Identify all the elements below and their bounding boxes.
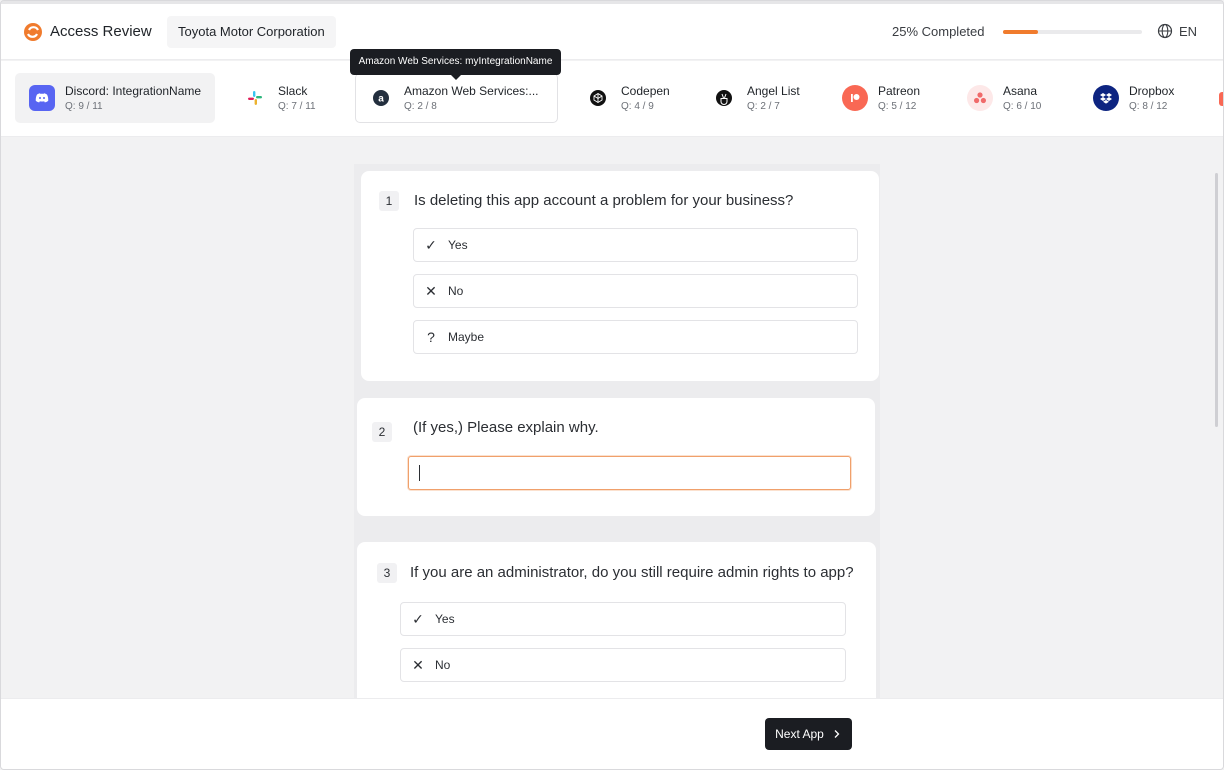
app-name: Asana (1003, 84, 1038, 98)
app-tab-angellist[interactable]: Angel List Q: 2 / 7 (711, 73, 811, 123)
question-text: Is deleting this app account a problem f… (414, 192, 794, 209)
globe-icon (1157, 23, 1173, 39)
app-tabs: Discord: IntegrationName Q: 9 / 11 Slack… (1, 61, 1223, 137)
app-question-count: Q: 2 / 8 (404, 101, 437, 112)
header: Access Review Toyota Motor Corporation 2… (1, 4, 1223, 60)
app-name: Codepen (621, 84, 670, 98)
question-icon: ? (427, 329, 435, 345)
option-yes[interactable]: ✓ Yes (400, 602, 846, 636)
progress-bar (1003, 30, 1142, 34)
app-name: Discord: IntegrationName (65, 84, 202, 98)
x-icon: ✕ (412, 656, 424, 673)
question-number: 2 (372, 422, 392, 442)
question-number: 3 (377, 563, 397, 583)
app-name-tooltip: Amazon Web Services: myIntegrationName (350, 49, 561, 80)
svg-text:a: a (378, 94, 384, 105)
answer-input[interactable] (408, 456, 851, 490)
progress-label: 25% Completed (892, 24, 985, 39)
app-tab-dropbox[interactable]: Dropbox Q: 8 / 12 (1093, 73, 1193, 123)
next-app-label: Next App (775, 727, 824, 741)
app-window: Access Review Toyota Motor Corporation 2… (0, 0, 1224, 770)
progress-bar-fill (1003, 30, 1038, 34)
answer-field-wrapper (408, 456, 851, 490)
app-question-count: Q: 6 / 10 (1003, 101, 1042, 112)
app-tab-asana[interactable]: Asana Q: 6 / 10 (967, 73, 1067, 123)
patreon-icon (842, 85, 868, 111)
option-label: Maybe (448, 330, 485, 344)
option-label: Yes (448, 238, 468, 252)
dropbox-icon (1093, 85, 1119, 111)
language-label: EN (1179, 23, 1198, 39)
option-label: Yes (435, 612, 455, 626)
codepen-icon (585, 85, 611, 111)
app-name: Amazon Web Services:... (404, 84, 539, 98)
discord-icon (29, 85, 55, 111)
app-question-count: Q: 8 / 12 (1129, 101, 1168, 112)
app-tab-slack[interactable]: Slack Q: 7 / 11 (242, 73, 337, 123)
app-question-count: Q: 9 / 11 (65, 101, 103, 112)
app-question-count: Q: 2 / 7 (747, 101, 780, 112)
app-name: Angel List (747, 84, 800, 98)
app-question-count: Q: 4 / 9 (621, 101, 654, 112)
asana-icon (967, 85, 993, 111)
app-question-count: Q: 7 / 11 (278, 101, 316, 112)
angellist-icon (711, 85, 737, 111)
question-text: (If yes,) Please explain why. (413, 419, 599, 436)
app-tab-codepen[interactable]: Codepen Q: 4 / 9 (585, 73, 685, 123)
option-no[interactable]: ✕ No (400, 648, 846, 682)
amazon-icon: a (368, 85, 394, 111)
option-label: No (435, 658, 451, 672)
chevron-right-icon (834, 730, 840, 738)
x-icon: ✕ (425, 282, 437, 299)
scrollbar[interactable] (1215, 173, 1218, 427)
app-title: Access Review (50, 23, 152, 40)
option-maybe[interactable]: ? Maybe (413, 320, 858, 354)
app-logo-icon (24, 23, 42, 41)
next-app-button[interactable]: Next App (765, 718, 852, 750)
app-question-count: Q: 5 / 12 (878, 101, 917, 112)
question-card: 2 (If yes,) Please explain why. (357, 398, 875, 516)
language-selector[interactable]: EN (1157, 23, 1197, 39)
app-tab-amazon-web-services[interactable]: a Amazon Web Services:... Q: 2 / 8 (355, 73, 558, 123)
next-app-peek (1219, 92, 1223, 106)
app-name: Slack (278, 84, 308, 98)
app-name: Patreon (878, 84, 921, 98)
check-icon: ✓ (425, 236, 437, 253)
question-card: 1 Is deleting this app account a problem… (361, 171, 879, 381)
app-tab-discord[interactable]: Discord: IntegrationName Q: 9 / 11 (15, 73, 215, 123)
footer: Next App (1, 698, 1223, 769)
option-yes[interactable]: ✓ Yes (413, 228, 858, 262)
option-label: No (448, 284, 464, 298)
slack-icon (242, 85, 268, 111)
organization-selector[interactable]: Toyota Motor Corporation (167, 16, 336, 48)
option-no[interactable]: ✕ No (413, 274, 858, 308)
question-text: If you are an administrator, do you stil… (410, 564, 854, 581)
check-icon: ✓ (412, 610, 424, 627)
app-name: Dropbox (1129, 84, 1175, 98)
question-number: 1 (379, 191, 399, 211)
app-tab-patreon[interactable]: Patreon Q: 5 / 12 (842, 73, 942, 123)
text-caret (419, 465, 420, 481)
